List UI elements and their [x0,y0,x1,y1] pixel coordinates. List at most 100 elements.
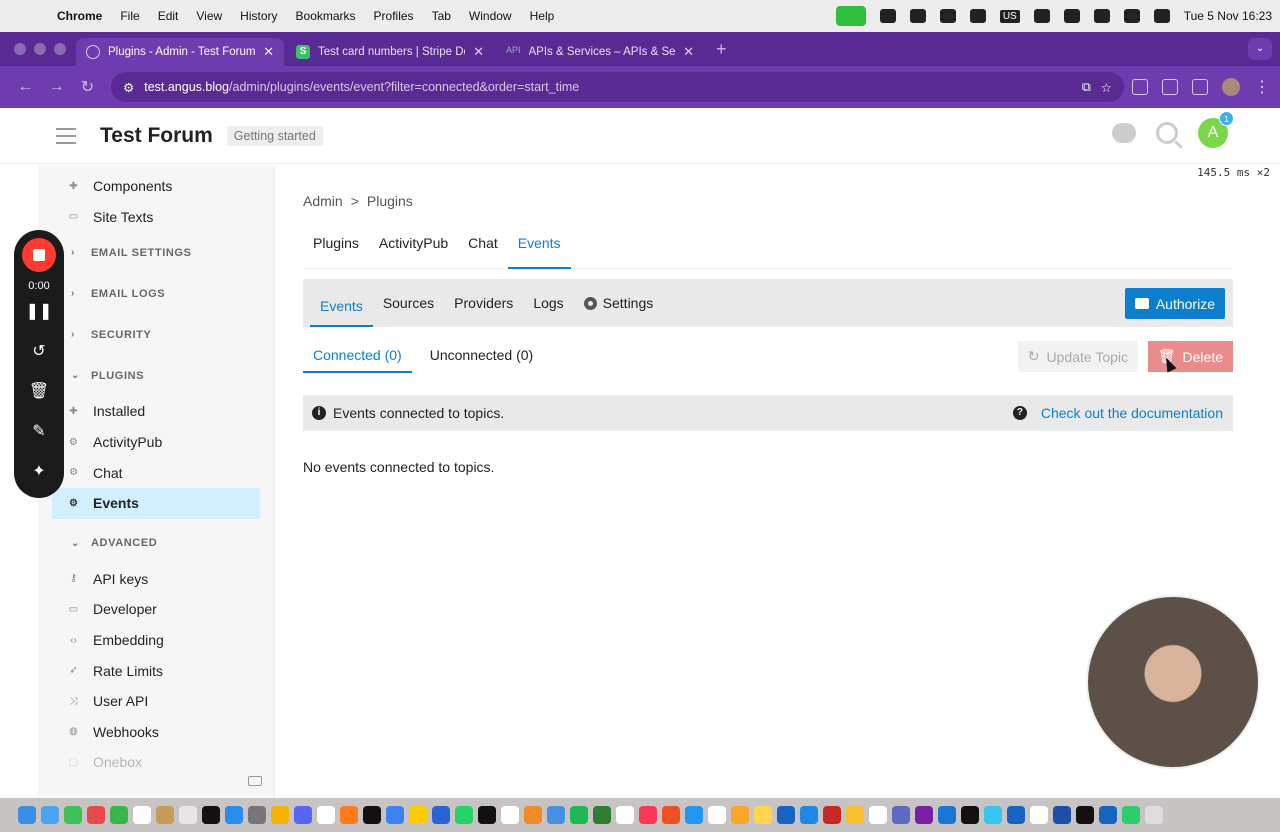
extension-icon[interactable] [1132,79,1148,95]
app-icon[interactable] [317,806,335,824]
getting-started-badge[interactable]: Getting started [226,125,323,146]
app-icon[interactable] [547,806,565,824]
firefox-icon[interactable] [340,806,358,824]
menu-tab[interactable]: Tab [423,9,460,23]
app-icon[interactable] [823,806,841,824]
search-icon[interactable] [1156,122,1178,144]
pencil-icon[interactable]: ✎ [32,412,45,452]
stop-recording-button[interactable] [22,238,56,272]
facetime-icon[interactable] [110,806,128,824]
word-icon[interactable] [1053,806,1071,824]
app-icon[interactable] [1076,806,1094,824]
menu-help[interactable]: Help [521,9,564,23]
new-tab-icon[interactable]: + [706,39,737,66]
app-icon[interactable] [915,806,933,824]
menu-bookmarks[interactable]: Bookmarks [287,9,365,23]
control-center-icon[interactable] [1153,9,1170,23]
document-icon[interactable] [1030,806,1048,824]
extension-icon[interactable] [1162,79,1178,95]
grid-icon[interactable] [939,9,956,23]
calendar-icon[interactable] [133,806,151,824]
delete-button[interactable]: 🗑 Delete [1147,341,1233,372]
safari-icon[interactable] [41,806,59,824]
filter-unconnected[interactable]: Unconnected (0) [420,341,544,373]
sidebar-item-onebox[interactable]: ▢ Onebox [38,747,274,778]
sidebar-item-events[interactable]: ⚙ Events [52,487,260,519]
sidebar-item-rate-limits[interactable]: ➶ Rate Limits [38,655,274,686]
whatsapp-icon[interactable] [455,806,473,824]
app-icon[interactable] [179,806,197,824]
profile-avatar[interactable] [1222,78,1240,96]
app-icon[interactable] [846,806,864,824]
subnav-settings[interactable]: Settings [574,279,664,327]
subnav-logs[interactable]: Logs [523,279,573,327]
facetime-icon[interactable] [835,6,866,26]
bookmark-star-icon[interactable]: ☆ [1101,80,1112,95]
filter-connected[interactable]: Connected (0) [303,341,412,373]
wifi-icon[interactable] [1093,9,1110,23]
mail-icon[interactable] [616,806,634,824]
chrome-icon[interactable] [386,806,404,824]
app-icon[interactable] [524,806,542,824]
section-email-logs[interactable]: › EMAIL LOGS [38,273,274,314]
documentation-link[interactable]: ? Check out the documentation [1012,395,1223,431]
app-icon[interactable] [961,806,979,824]
subnav-providers[interactable]: Providers [444,279,523,327]
trash-icon[interactable] [1145,806,1163,824]
vscode-icon[interactable] [938,806,956,824]
site-info-icon[interactable]: ⚙ [123,80,134,95]
input-source[interactable]: US [999,9,1020,23]
tab-plugins[interactable]: Plugins [303,231,369,269]
tab-events[interactable]: Events [507,231,571,269]
menu-history[interactable]: History [231,9,286,23]
spotlight-icon[interactable] [1123,9,1140,23]
extensions-puzzle-icon[interactable] [1192,79,1208,95]
browser-tab-apis[interactable]: API APIs & Services – APIs & Serv ✕ [496,38,704,66]
forward-icon[interactable]: → [41,78,72,96]
menu-file[interactable]: File [111,9,148,23]
sidebar-item-developer[interactable]: ▭ Developer [38,594,274,625]
kebab-menu-icon[interactable]: ⋮ [1254,77,1270,97]
github-icon[interactable] [478,806,496,824]
restart-icon[interactable]: ↺ [32,332,45,372]
menu-window[interactable]: Window [460,9,521,23]
update-topic-button[interactable]: ↻ Update Topic [1017,341,1138,372]
sidebar-item-installed[interactable]: ✚ Installed [38,396,274,427]
sidebar-item-site-texts[interactable]: ▭ Site Texts [38,202,274,233]
browser-tab-plugins[interactable]: Plugins - Admin - Test Forum ✕ [76,38,284,66]
section-email-settings[interactable]: › EMAIL SETTINGS [38,232,274,273]
bluetooth-icon[interactable] [1033,9,1050,23]
user-avatar[interactable]: A1 [1198,111,1234,148]
section-plugins[interactable]: ⌄ PLUGINS [38,355,274,396]
finder-icon[interactable] [18,806,36,824]
close-tab-icon[interactable]: ✕ [683,44,694,60]
app-icon[interactable] [87,806,105,824]
sidebar-item-chat[interactable]: ⚙ Chat [38,457,274,488]
appletv-icon[interactable] [202,806,220,824]
app-icon[interactable] [409,806,427,824]
app-icon[interactable] [777,806,795,824]
terminal-icon[interactable] [363,806,381,824]
subnav-sources[interactable]: Sources [373,279,444,327]
sidebar-item-components[interactable]: ✚ Components [38,171,274,202]
section-advanced[interactable]: ⌄ ADVANCED [38,523,274,564]
sidebar-item-activitypub[interactable]: ⚙ ActivityPub [38,427,274,458]
app-icon[interactable] [156,806,174,824]
moon-icon[interactable] [969,9,986,23]
appstore-icon[interactable] [225,806,243,824]
clock[interactable]: Tue 5 Nov 16:23 [1184,9,1272,23]
discord-icon[interactable] [294,806,312,824]
battery-icon[interactable] [1063,9,1080,23]
tab-activitypub[interactable]: ActivityPub [369,231,458,269]
address-bar[interactable]: ⚙ test.angus.blog/admin/plugins/events/e… [111,72,1124,102]
app-icon[interactable] [1099,806,1117,824]
app-icon[interactable] [593,806,611,824]
app-icon[interactable] [892,806,910,824]
sidebar-item-api-keys[interactable]: ⚷ API keys [38,564,274,595]
install-app-icon[interactable]: ⧉ [1082,80,1091,95]
app-icon[interactable] [1007,806,1025,824]
app-icon[interactable] [800,806,818,824]
browser-tab-stripe[interactable]: S Test card numbers | Stripe Do ✕ [286,38,494,66]
zoom-icon[interactable] [432,806,450,824]
spotify-icon[interactable] [570,806,588,824]
